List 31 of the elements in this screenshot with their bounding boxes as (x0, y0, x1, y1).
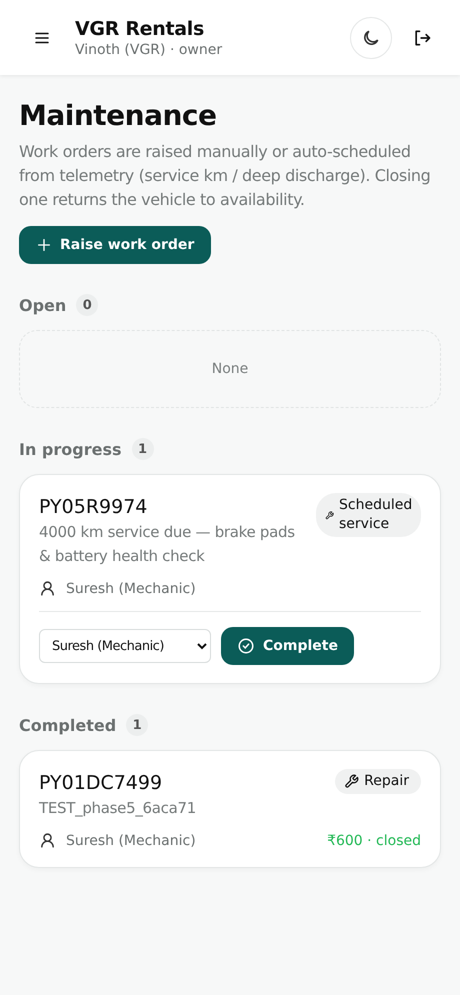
person-icon (39, 580, 56, 597)
complete-button[interactable]: Complete (221, 627, 354, 665)
work-order-description: TEST_phase5_6aca71 (39, 798, 197, 819)
wrench-icon (344, 774, 360, 789)
mechanic-select[interactable]: Suresh (Mechanic) (39, 629, 211, 663)
section-title: In progress (19, 440, 122, 458)
cost-status: ₹600 · closed (327, 832, 421, 848)
vehicle-plate: PY05R9974 (39, 496, 148, 518)
tag-label: Scheduled service (339, 496, 412, 534)
count-badge: 1 (126, 714, 148, 736)
moon-icon (361, 28, 381, 48)
assignee-name: Suresh (Mechanic) (66, 580, 197, 596)
section-title: Completed (19, 716, 116, 734)
count-badge: 0 (76, 294, 98, 316)
tag-label: Repair (364, 772, 409, 791)
page-title: Maintenance (19, 99, 218, 132)
app-title: VGR Rentals (75, 18, 206, 40)
section-title: Open (19, 296, 66, 314)
check-circle-icon (237, 637, 255, 655)
assignee-name: Suresh (Mechanic) (66, 832, 197, 848)
user-role: Vinoth (VGR) · owner (75, 42, 224, 58)
count-badge: 1 (132, 438, 154, 460)
wrench-icon (325, 510, 334, 520)
person-icon (39, 832, 56, 849)
work-order-description: 4000 km service due — brake pads & battery health check (39, 522, 296, 567)
raise-work-order-button[interactable]: Raise work order (19, 226, 212, 264)
empty-label: None (212, 361, 248, 377)
page-description: Work orders are raised manually or auto-scheduled from telemetry (service km / deep discharge). Closing one returns the vehicle to availability. (19, 141, 432, 211)
vehicle-plate: PY01DC7499 (39, 772, 164, 794)
plus-icon (36, 237, 52, 253)
theme-toggle-button[interactable] (350, 16, 392, 58)
